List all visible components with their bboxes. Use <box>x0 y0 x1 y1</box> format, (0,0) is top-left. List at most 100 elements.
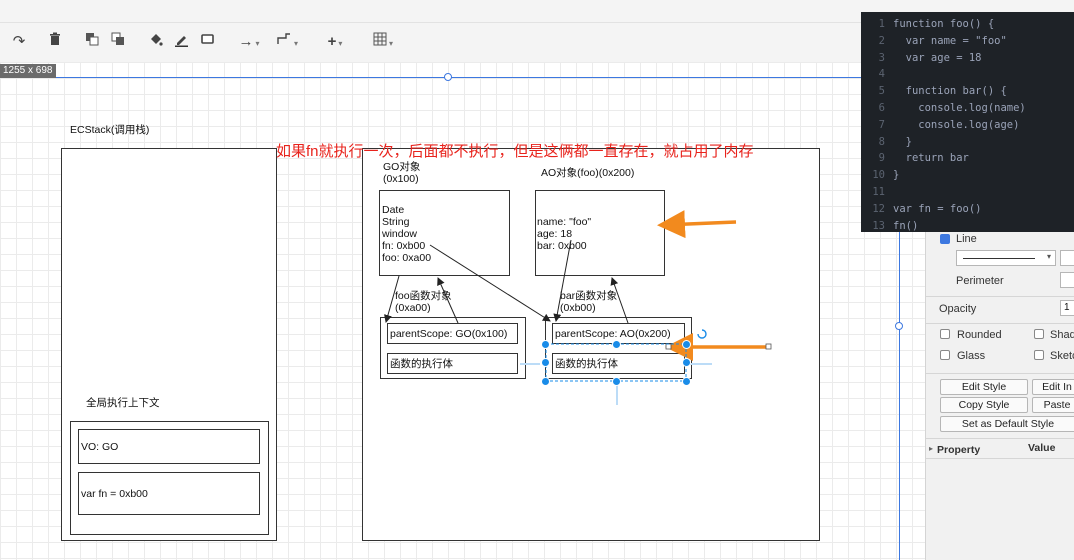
rounded-label: Rounded <box>957 329 1002 341</box>
code-line: 6 console.log(name) <box>861 100 1026 117</box>
set-default-style-button[interactable]: Set as Default Style <box>940 416 1074 432</box>
ao-title: AO对象(foo)(0x200) <box>541 167 635 179</box>
code-line: 8 } <box>861 134 912 151</box>
sketch-checkbox[interactable] <box>1034 350 1044 360</box>
perimeter-input[interactable] <box>1060 272 1074 288</box>
foo-func-title: foo函数对象 (0xa00) <box>395 290 452 314</box>
caret-icon: ▾ <box>338 39 343 48</box>
select-handle[interactable] <box>541 340 550 349</box>
arrow-icon[interactable]: → ▾ <box>234 32 264 52</box>
opacity-input[interactable]: 1 <box>1060 300 1074 316</box>
resize-handle[interactable] <box>444 73 452 81</box>
code-line-text: var age = 18 <box>893 51 982 64</box>
line-label: Line <box>956 233 977 245</box>
code-line-number: 11 <box>872 186 885 198</box>
line-checkbox[interactable] <box>940 234 950 244</box>
property-header: Property <box>937 444 981 456</box>
global-ctx-title: 全局执行上下文 <box>86 397 160 409</box>
select-handle[interactable] <box>682 377 691 386</box>
code-line-number: 5 <box>878 85 885 98</box>
code-line: 7 console.log(age) <box>861 117 1020 134</box>
line-preview <box>963 258 1035 259</box>
glass-label: Glass <box>957 350 986 362</box>
plus-icon[interactable]: + ▾ <box>320 32 350 52</box>
annotation-text[interactable]: 如果fn就执行一次，后面都不执行，但是这俩都一直存在，就占用了内存 <box>276 140 754 161</box>
shadow-glyph <box>200 34 214 44</box>
chevron-right-icon[interactable]: ▸ <box>929 444 933 453</box>
code-line-text: function bar() { <box>893 85 1007 98</box>
go-content: Date String window fn: 0xb00 foo: 0xa00 <box>382 204 432 264</box>
bar-body-box[interactable]: 函数的执行体 <box>552 353 685 374</box>
sketch-label: Sketc <box>1050 350 1074 362</box>
glass-checkbox[interactable] <box>940 350 950 360</box>
line-width-input[interactable] <box>1060 250 1074 266</box>
table-glyph <box>373 32 387 46</box>
foo-body: 函数的执行体 <box>390 358 453 370</box>
code-line: 1 function foo() { <box>861 16 994 33</box>
code-line-number: 6 <box>878 102 885 114</box>
select-handle[interactable] <box>682 340 691 349</box>
code-line-number: 9 <box>878 152 885 165</box>
code-line-text: } <box>893 135 912 148</box>
foo-body-box[interactable]: 函数的执行体 <box>387 353 518 374</box>
select-handle[interactable] <box>612 340 621 349</box>
code-line-number: 13 <box>872 219 885 232</box>
resize-handle[interactable] <box>895 322 903 330</box>
code-line-text: fn() <box>893 219 919 232</box>
trash-icon[interactable] <box>46 32 64 52</box>
waypoint-icon[interactable]: ▾ <box>272 32 302 52</box>
ao-object-box[interactable]: name: "foo" age: 18 bar: 0xb00 <box>535 190 665 276</box>
to-front-icon[interactable] <box>84 32 100 52</box>
caret-icon: ▾ <box>293 39 298 48</box>
to-back-icon[interactable] <box>110 32 126 52</box>
bar-parent-scope: parentScope: AO(0x200) <box>555 328 671 340</box>
go-title: GO对象 (0x100) <box>383 161 421 185</box>
edit-style-button[interactable]: Edit Style <box>940 379 1028 395</box>
caret-icon: ▾ <box>388 39 393 48</box>
go-object-box[interactable]: Date String window fn: 0xb00 foo: 0xa00 <box>379 190 510 276</box>
panel-divider <box>926 458 1074 459</box>
foo-parent-scope: parentScope: GO(0x100) <box>390 328 508 340</box>
waypoint-glyph <box>277 33 290 44</box>
code-line-number: 12 <box>872 202 885 215</box>
bar-func-title: bar函数对象 (0xb00) <box>560 290 618 314</box>
panel-divider <box>926 438 1074 439</box>
foo-parent-scope-box[interactable]: parentScope: GO(0x100) <box>387 323 518 344</box>
code-line: 5 function bar() { <box>861 83 1007 100</box>
pencil-icon[interactable] <box>172 32 190 52</box>
shadow-label: Shad <box>1050 329 1074 341</box>
code-line: 9 return bar <box>861 150 969 167</box>
to-front-glyph <box>86 33 99 46</box>
select-handle[interactable] <box>612 377 621 386</box>
select-handle[interactable] <box>682 358 691 367</box>
fill-bucket-icon[interactable] <box>146 32 164 52</box>
shadow-icon[interactable] <box>198 32 216 52</box>
line-style-select[interactable]: ▾ <box>956 250 1056 266</box>
copy-style-button[interactable]: Copy Style <box>940 397 1028 413</box>
bar-body: 函数的执行体 <box>555 358 618 370</box>
size-tooltip: 1255 x 698 <box>0 64 56 78</box>
code-line: 2 var name = "foo" <box>861 33 1007 50</box>
var-fn-label: var fn = 0xb00 <box>81 488 148 500</box>
code-line-text: console.log(name) <box>893 102 1026 114</box>
value-header: Value <box>1028 442 1056 454</box>
perimeter-label: Perimeter <box>956 275 1004 287</box>
var-fn-box[interactable]: var fn = 0xb00 <box>78 472 260 515</box>
table-icon[interactable]: ▾ <box>368 32 398 52</box>
select-handle[interactable] <box>541 358 550 367</box>
edit-image-button[interactable]: Edit In <box>1032 379 1074 395</box>
vo-box[interactable]: VO: GO <box>78 429 260 464</box>
paste-style-button[interactable]: Paste <box>1032 397 1074 413</box>
select-handle[interactable] <box>541 377 550 386</box>
redo-icon[interactable]: ↷ <box>10 32 28 52</box>
pencil-glyph <box>174 36 188 47</box>
code-line: 10} <box>861 167 899 184</box>
format-panel: Line ▾ Perimeter Opacity 1 Rounded Shad … <box>925 232 1074 560</box>
rounded-checkbox[interactable] <box>940 329 950 339</box>
shadow-checkbox[interactable] <box>1034 329 1044 339</box>
panel-divider <box>926 373 1074 374</box>
chevron-down-icon: ▾ <box>1046 252 1051 261</box>
code-line-number: 10 <box>872 169 885 182</box>
code-line: 3 var age = 18 <box>861 50 982 67</box>
panel-divider <box>926 296 1074 297</box>
